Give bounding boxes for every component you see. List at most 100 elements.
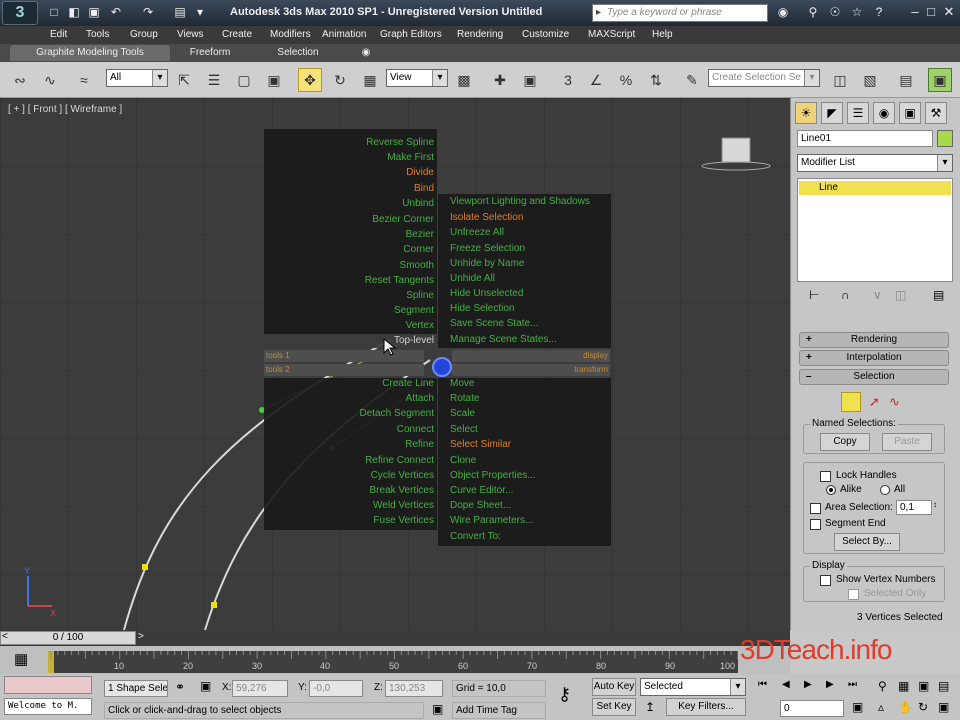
layer-manager-icon[interactable]: ▤ (894, 68, 918, 92)
quad-menu-item[interactable]: Vertex (264, 320, 434, 332)
previous-frame-icon[interactable]: ◀ (782, 679, 790, 690)
quad-menu-item[interactable]: Unhide by Name (450, 258, 524, 270)
paste-button[interactable]: Paste (882, 433, 932, 451)
object-color-swatch[interactable] (937, 130, 953, 147)
angle-snap-icon[interactable]: ∠ (584, 68, 608, 92)
menu-customize[interactable]: Customize (522, 28, 569, 42)
utilities-tab-icon[interactable]: ⚒ (925, 102, 947, 124)
pin-stack-icon[interactable]: ⊢ (809, 288, 819, 302)
quad-menu-item[interactable]: Break Vertices (264, 485, 434, 497)
quad-menu-item[interactable]: Save Scene State... (450, 318, 538, 330)
show-end-result-icon[interactable]: ∩ (841, 288, 850, 302)
segment-subobject-icon[interactable]: ➚ (869, 394, 880, 410)
object-name-field[interactable]: Line01 (797, 130, 933, 147)
graphite-toggle-icon[interactable]: ▣ (928, 68, 952, 92)
new-file-icon[interactable]: □ (46, 4, 62, 20)
select-object-icon[interactable]: ⇱ (172, 68, 196, 92)
absolute-mode-icon[interactable]: ▣ (200, 679, 211, 693)
time-tag-icon[interactable]: ▣ (432, 702, 443, 716)
quad-menu-item[interactable]: Attach (264, 393, 434, 405)
quad-menu-item[interactable]: Unhide All (450, 273, 495, 285)
default-tangent-icon[interactable]: ↥ (645, 700, 655, 714)
make-unique-icon[interactable]: ∨ (873, 288, 882, 302)
quad-menu-item[interactable]: Viewport Lighting and Shadows (450, 196, 590, 208)
manipulate-icon[interactable]: ✚ (488, 68, 512, 92)
next-frame-icon[interactable]: ▶ (826, 679, 834, 690)
menu-tools[interactable]: Tools (86, 28, 109, 42)
hierarchy-tab-icon[interactable]: ☰ (847, 102, 869, 124)
mirror-icon[interactable]: ◫ (828, 68, 852, 92)
quad-menu-item[interactable]: Scale (450, 408, 475, 420)
named-selection-sets-dropdown[interactable]: Create Selection Se (708, 69, 820, 87)
quad-menu-item[interactable]: Rotate (450, 393, 479, 405)
select-and-scale-icon[interactable]: ▦ (358, 68, 382, 92)
quad-menu-item[interactable]: Create Line (264, 378, 434, 390)
quad-menu-item[interactable]: Reset Tangents (264, 275, 434, 287)
reference-coordinate-dropdown[interactable]: View (386, 69, 448, 87)
current-frame-field[interactable]: 0 (780, 700, 844, 717)
selection-filter-dropdown[interactable]: All (106, 69, 168, 87)
quad-menu-item[interactable]: Object Properties... (450, 470, 536, 482)
rollout-selection[interactable]: – Selection (799, 369, 949, 385)
stack-item-line[interactable]: Line (799, 181, 951, 195)
quad-menu-item[interactable]: Reverse Spline (264, 137, 434, 149)
quad-menu-item[interactable]: Connect (264, 424, 434, 436)
front-viewport[interactable]: [ + ] [ Front ] [ Wireframe ] Y X Revers… (0, 98, 790, 630)
y-coord-field[interactable]: -0,0 (309, 680, 363, 697)
play-icon[interactable]: ▶ (804, 679, 812, 690)
quad-menu-item[interactable]: Top-level (264, 335, 434, 347)
z-coord-field[interactable]: 130,253 (385, 680, 443, 697)
spline-subobject-icon[interactable]: ∿ (889, 394, 900, 410)
set-key-filter-key-icon[interactable]: ⚷ (558, 684, 571, 705)
quad-menu-item[interactable]: Make First (264, 152, 434, 164)
maximize-viewport-icon[interactable]: ▣ (938, 700, 949, 714)
undo-icon[interactable]: ↶ (108, 4, 124, 20)
create-tab-icon[interactable]: ☀ (795, 102, 817, 124)
menu-modifiers[interactable]: Modifiers (270, 28, 311, 42)
copy-button[interactable]: Copy (820, 433, 870, 451)
track-bar[interactable]: 10 20 30 40 50 60 70 80 90 100 (48, 651, 738, 673)
motion-tab-icon[interactable]: ◉ (873, 102, 895, 124)
menu-group[interactable]: Group (130, 28, 158, 42)
align-icon[interactable]: ▧ (858, 68, 882, 92)
tab-selection[interactable]: Selection (268, 45, 328, 61)
quad-menu-item[interactable]: Freeze Selection (450, 243, 525, 255)
quad-menu-item[interactable]: Bind (264, 183, 434, 195)
quad-menu-item[interactable]: Fuse Vertices (264, 515, 434, 527)
modify-tab-icon[interactable]: ◤ (821, 102, 843, 124)
quad-menu-item[interactable]: Hide Selection (450, 303, 514, 315)
orbit-icon[interactable]: ↻ (918, 700, 928, 714)
spinner-snap-icon[interactable]: ⇅ (644, 68, 668, 92)
quad-menu-item[interactable]: Detach Segment (264, 408, 435, 420)
pivot-center-icon[interactable]: ▩ (452, 68, 476, 92)
selection-lock-icon[interactable]: ⚭ (175, 680, 185, 694)
x-coord-field[interactable]: 59,276 (232, 680, 288, 697)
redo-icon[interactable]: ↷ (140, 4, 156, 20)
maxscript-mini-listener[interactable]: Welcome to M. (4, 698, 92, 715)
pan-view-icon[interactable]: ✋ (898, 700, 913, 714)
quad-menu-item[interactable]: Refine (264, 439, 434, 451)
quad-menu-item[interactable]: Weld Vertices (264, 500, 434, 512)
favorites-icon[interactable]: ☉ (826, 5, 844, 21)
quad-menu-item[interactable]: Manage Scene States... (450, 334, 557, 346)
key-mode-dropdown[interactable]: Selected (640, 678, 746, 696)
time-configuration-icon[interactable]: ▣ (852, 700, 863, 714)
tab-graphite-modeling-tools[interactable]: Graphite Modeling Tools (10, 45, 170, 61)
alike-radio[interactable] (826, 485, 836, 495)
menu-maxscript[interactable]: MAXScript (588, 28, 635, 42)
ribbon-toggle-icon[interactable]: ◉ (356, 45, 376, 61)
menu-edit[interactable]: Edit (50, 28, 67, 42)
menu-create[interactable]: Create (222, 28, 252, 42)
zoom-icon[interactable]: ⚲ (878, 679, 887, 693)
rollout-interpolation[interactable]: + Interpolation (799, 350, 949, 366)
quad-menu-item[interactable]: Spline (264, 290, 434, 302)
auto-key-button[interactable]: Auto Key (592, 678, 636, 696)
time-slider-thumb[interactable]: 0 / 100 (0, 631, 136, 645)
add-time-tag[interactable]: Add Time Tag (452, 702, 546, 719)
quick-access-dropdown-icon[interactable]: ▾ (192, 4, 208, 20)
select-and-move-icon[interactable]: ✥ (298, 68, 322, 92)
segment-end-checkbox[interactable] (810, 519, 821, 530)
quad-menu-item[interactable]: Bezier Corner (264, 214, 434, 226)
quad-menu-item[interactable]: Unfreeze All (450, 227, 504, 239)
select-by-name-icon[interactable]: ☰ (202, 68, 226, 92)
